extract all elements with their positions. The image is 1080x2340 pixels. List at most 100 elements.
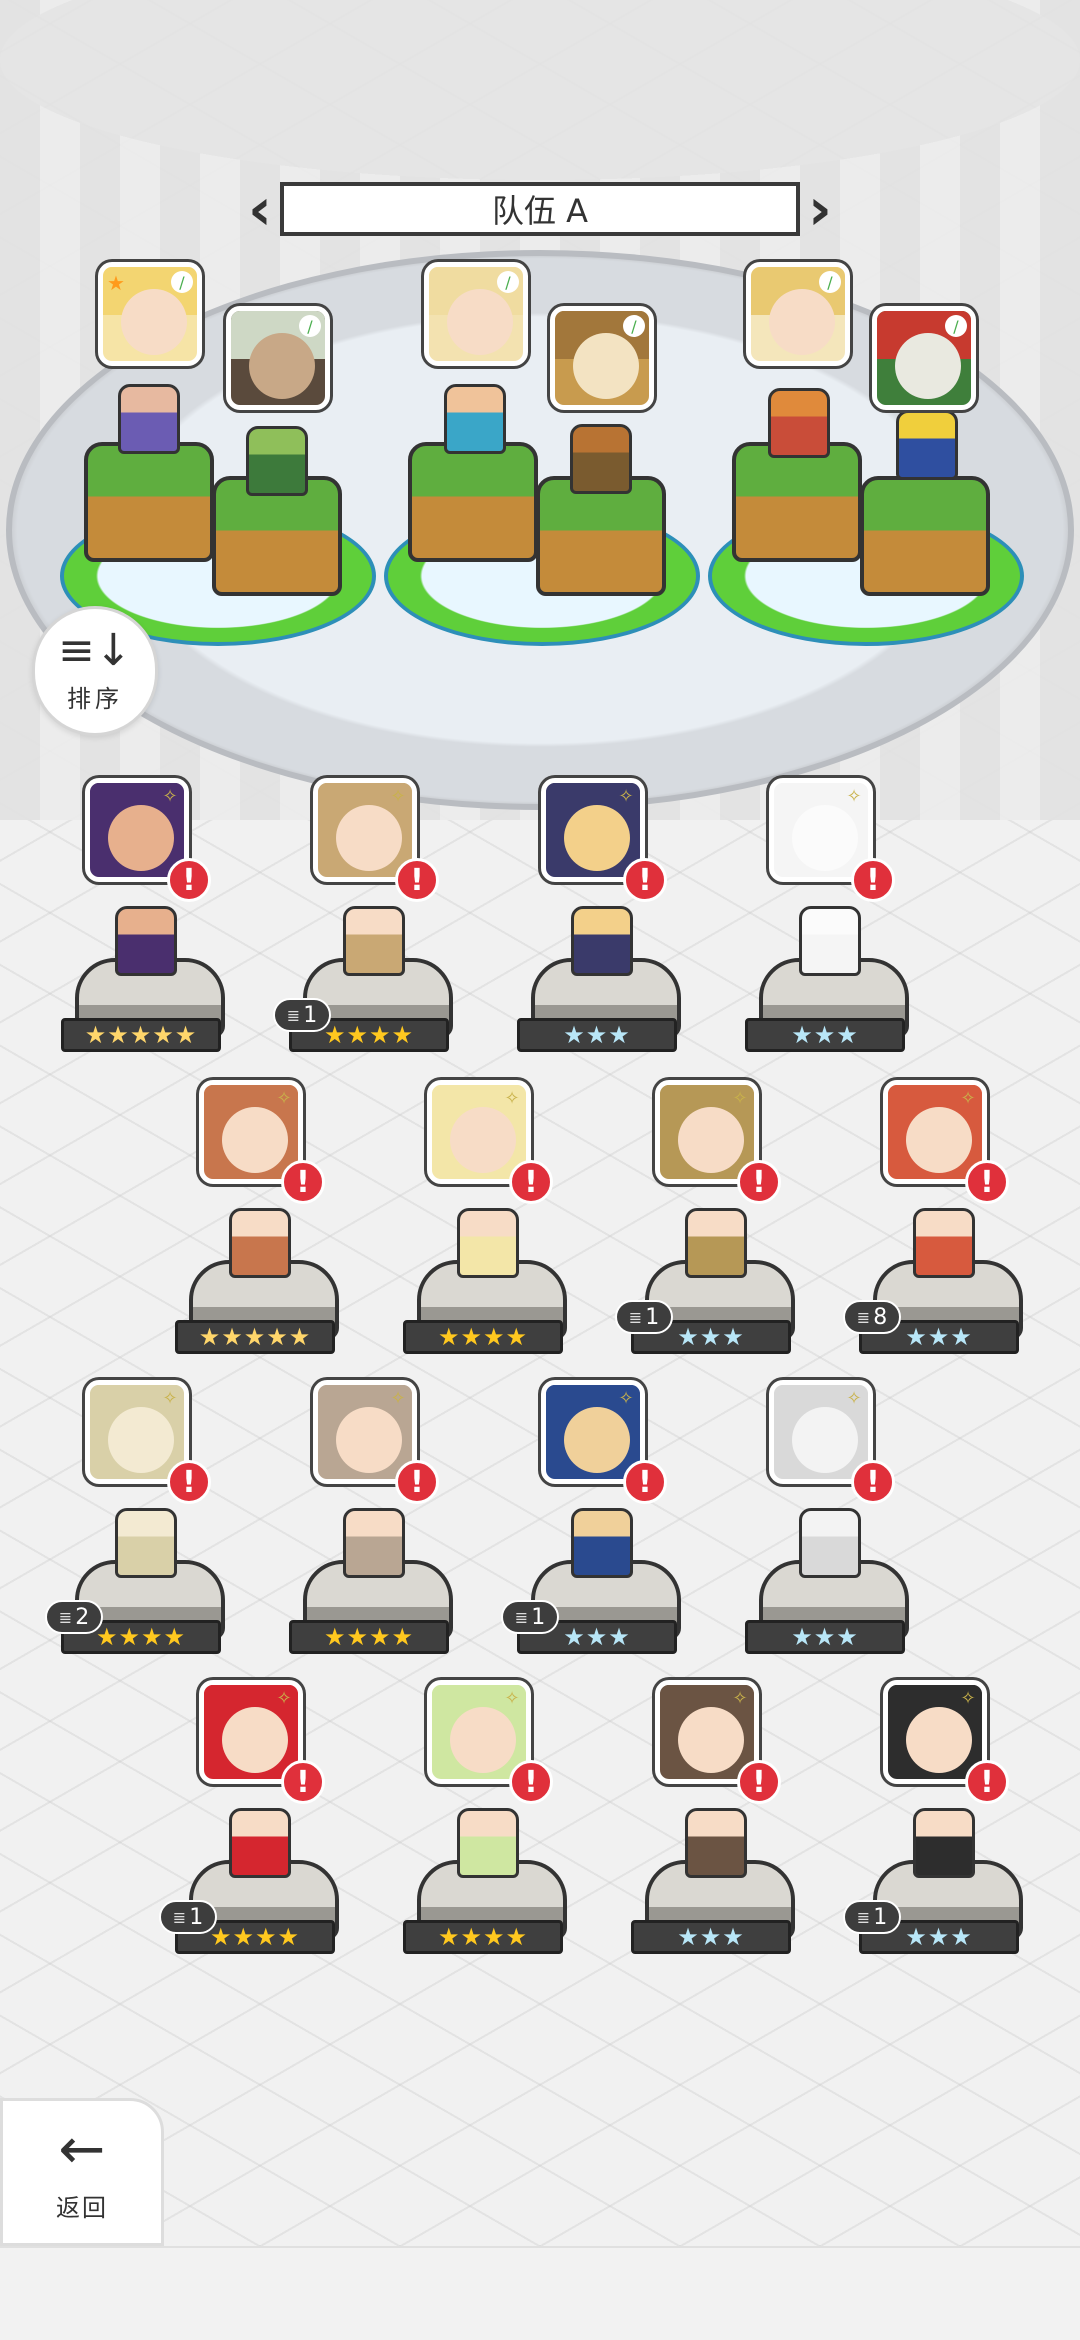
star-rating: ★★★ [517, 1018, 677, 1052]
alert-icon: ! [851, 1460, 895, 1504]
sparkle-icon: ✧ [960, 1688, 976, 1709]
sort-button[interactable]: ≡↓ 排序 [32, 606, 158, 736]
team-sprite[interactable] [768, 388, 830, 458]
stack-icon: ≣ [58, 1607, 73, 1627]
alert-icon: ! [851, 858, 895, 902]
alert-icon: ! [395, 1460, 439, 1504]
leaf-icon: / [497, 271, 519, 293]
leader-star-icon: ★ [107, 271, 125, 295]
team-portrait[interactable]: / [872, 306, 976, 410]
sparkle-icon: ✧ [846, 786, 862, 807]
duplicate-count-badge: ≣ 1 [273, 998, 331, 1032]
hero-card[interactable]: ✧! ★★★★ [403, 1080, 577, 1380]
sparkle-icon: ✧ [504, 1688, 520, 1709]
duplicate-count: 1 [303, 1002, 318, 1028]
star-rating: ★★★ [745, 1620, 905, 1654]
duplicate-count: 2 [75, 1604, 90, 1630]
hero-card[interactable]: ✧! ★★★ ≣ 8 [843, 1080, 1033, 1380]
sparkle-icon: ✧ [618, 1388, 634, 1409]
hero-card[interactable]: ✧! ★★★ [745, 1380, 919, 1680]
sparkle-icon: ✧ [390, 1388, 406, 1409]
duplicate-count-badge: ≣ 1 [501, 1600, 559, 1634]
hero-card[interactable]: ✧! ★★★ ≣ 1 [501, 1380, 691, 1680]
chevron-left-icon[interactable]: ‹ [240, 175, 280, 243]
star-rating: ★★★★ [403, 1920, 563, 1954]
hero-card[interactable]: ✧! ★★★ [745, 778, 919, 1078]
chevron-right-icon[interactable]: › [800, 175, 840, 243]
hero-card[interactable]: ✧! ★★★ ≣ 1 [615, 1080, 805, 1380]
hero-card[interactable]: ✧! ★★★★★ [61, 778, 235, 1078]
hero-sprite [571, 1508, 633, 1578]
alert-icon: ! [281, 1160, 325, 1204]
team-portrait[interactable]: / [424, 262, 528, 366]
hero-sprite [229, 1808, 291, 1878]
team-portrait[interactable]: / [746, 262, 850, 366]
alert-icon: ! [509, 1760, 553, 1804]
hero-sprite [343, 906, 405, 976]
alert-icon: ! [737, 1760, 781, 1804]
hero-sprite [115, 906, 177, 976]
alert-icon: ! [167, 1460, 211, 1504]
hero-sprite [913, 1808, 975, 1878]
hero-card[interactable]: ✧! ★★★★ ≣ 1 [159, 1680, 349, 1980]
stack-icon: ≣ [514, 1607, 529, 1627]
duplicate-count-badge: ≣ 1 [843, 1900, 901, 1934]
team-portrait[interactable]: / [550, 306, 654, 410]
sparkle-icon: ✧ [276, 1688, 292, 1709]
hero-card[interactable]: ✧! ★★★★ ≣ 1 [273, 778, 463, 1078]
duplicate-count-badge: ≣ 1 [615, 1300, 673, 1334]
back-label: 返回 [56, 2193, 108, 2222]
hero-card[interactable]: ✧! ★★★★ [403, 1680, 577, 1980]
sort-icon: ≡↓ [58, 624, 132, 676]
sparkle-icon: ✧ [732, 1088, 748, 1109]
star-rating: ★★★★★ [61, 1018, 221, 1052]
formation-tile [536, 476, 666, 596]
alert-icon: ! [509, 1160, 553, 1204]
sparkle-icon: ✧ [846, 1388, 862, 1409]
leaf-icon: / [945, 315, 967, 337]
duplicate-count-badge: ≣ 2 [45, 1600, 103, 1634]
stack-icon: ≣ [856, 1307, 871, 1327]
sparkle-icon: ✧ [732, 1688, 748, 1709]
duplicate-count: 1 [531, 1604, 546, 1630]
hero-sprite [571, 906, 633, 976]
star-rating: ★★★ [631, 1920, 791, 1954]
alert-icon: ! [737, 1160, 781, 1204]
team-sprite[interactable] [896, 410, 958, 480]
hero-card[interactable]: ✧! ★★★ [517, 778, 691, 1078]
hero-card[interactable]: ✧! ★★★★★ [175, 1080, 349, 1380]
sparkle-icon: ✧ [162, 1388, 178, 1409]
alert-icon: ! [965, 1160, 1009, 1204]
arrow-left-icon: ← [58, 2116, 106, 2182]
team-sprite[interactable] [570, 424, 632, 494]
sparkle-icon: ✧ [504, 1088, 520, 1109]
hero-card[interactable]: ✧! ★★★★ ≣ 2 [45, 1380, 235, 1680]
sparkle-icon: ✧ [276, 1088, 292, 1109]
duplicate-count: 1 [873, 1904, 888, 1930]
hero-card[interactable]: ✧! ★★★★ [289, 1380, 463, 1680]
star-rating: ★★★★ [289, 1620, 449, 1654]
sort-label: 排序 [67, 684, 123, 713]
team-selector: ‹ 队伍 A › [240, 175, 840, 243]
hero-card[interactable]: ✧! ★★★ ≣ 1 [843, 1680, 1033, 1980]
team-sprite[interactable] [246, 426, 308, 496]
sparkle-icon: ✧ [162, 786, 178, 807]
team-portrait[interactable]: ★ / [98, 262, 202, 366]
team-sprite[interactable] [444, 384, 506, 454]
team-portrait[interactable]: / [226, 306, 330, 410]
bottom-bar [0, 2246, 1080, 2340]
back-button[interactable]: ← 返回 [0, 2098, 164, 2246]
leaf-icon: / [171, 271, 193, 293]
duplicate-count: 8 [873, 1304, 888, 1330]
formation-tile [84, 442, 214, 562]
star-rating: ★★★ [745, 1018, 905, 1052]
leaf-icon: / [299, 315, 321, 337]
hero-sprite [685, 1808, 747, 1878]
hero-sprite [457, 1208, 519, 1278]
sparkle-icon: ✧ [390, 786, 406, 807]
stack-icon: ≣ [172, 1907, 187, 1927]
hero-card[interactable]: ✧! ★★★ [631, 1680, 805, 1980]
hero-sprite [799, 1508, 861, 1578]
stack-icon: ≣ [856, 1907, 871, 1927]
team-sprite[interactable] [118, 384, 180, 454]
